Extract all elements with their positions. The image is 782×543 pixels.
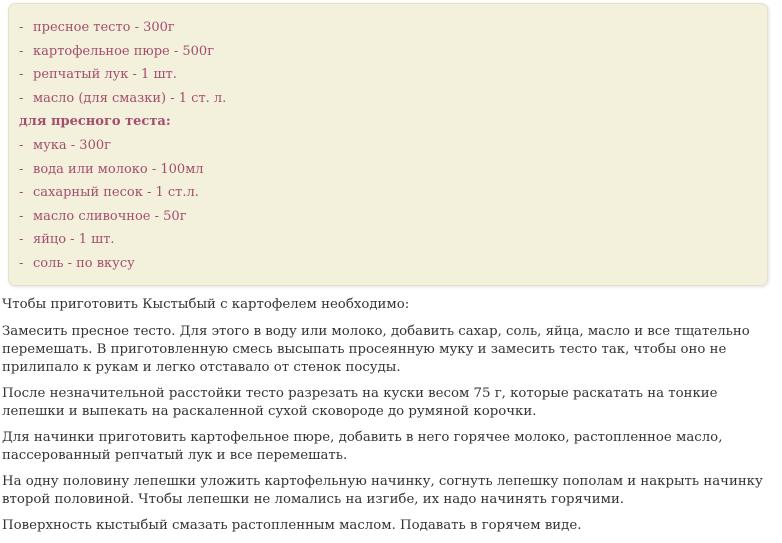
list-dash: -	[19, 232, 24, 248]
ingredient-item: - сахарный песок - 1 ст.л.	[19, 181, 226, 205]
ingredient-text: масло сливочное - 50г	[33, 208, 187, 224]
list-dash: -	[19, 185, 24, 201]
ingredient-text: репчатый лук - 1 шт.	[33, 67, 177, 83]
ingredient-text: мука - 300г	[33, 137, 111, 153]
list-dash: -	[19, 137, 24, 153]
ingredients-list: - пресное тесто - 300г - картофельное пюре…	[19, 16, 226, 276]
instruction-paragraph: Поверхность кыстыбый смазать растопленны…	[2, 518, 582, 533]
list-dash: -	[19, 20, 24, 35]
ingredient-text: пресное тесто - 300г	[33, 20, 175, 35]
dough-heading: для пресного теста:	[19, 114, 171, 130]
instruction-paragraph: Для начинки приготовить картофельное пюр…	[2, 430, 723, 463]
ingredient-item: - пресное тесто - 300г	[19, 16, 226, 40]
instruction-paragraph: После незначительной расстойки тесто раз…	[2, 386, 718, 419]
list-dash: -	[19, 43, 24, 59]
ingredient-item: - вода или молоко - 100мл	[19, 158, 226, 182]
instructions: Чтобы приготовить Кыстыбый с картофелем …	[2, 296, 778, 543]
list-dash: -	[19, 208, 24, 224]
ingredient-text: вода или молоко - 100мл	[33, 161, 204, 177]
instruction-paragraph: Замесить пресное тесто. Для этого в воду…	[2, 324, 750, 375]
ingredient-text: яйцо - 1 шт.	[33, 232, 115, 248]
ingredient-item: - масло (для смазки) - 1 ст. л.	[19, 87, 226, 111]
list-dash: -	[19, 161, 24, 177]
ingredient-item: - мука - 300г	[19, 134, 226, 158]
list-dash: -	[19, 67, 24, 83]
instructions-intro: Чтобы приготовить Кыстыбый с картофелем …	[2, 297, 410, 312]
ingredient-text: картофельное пюре - 500г	[33, 43, 215, 59]
ingredient-text: соль - по вкусу	[33, 255, 135, 271]
ingredient-item: - картофельное пюре - 500г	[19, 40, 226, 64]
ingredient-item: - репчатый лук - 1 шт.	[19, 63, 226, 87]
ingredients-box: - пресное тесто - 300г - картофельное пюре…	[8, 3, 768, 286]
list-dash: -	[19, 255, 24, 271]
list-dash: -	[19, 90, 24, 106]
ingredient-item: - масло сливочное - 50г	[19, 205, 226, 229]
instruction-paragraph: На одну половину лепешки уложить картофе…	[2, 474, 763, 507]
ingredient-item: - соль - по вкусу	[19, 252, 226, 276]
ingredient-text: сахарный песок - 1 ст.л.	[33, 185, 199, 201]
ingredient-item: - яйцо - 1 шт.	[19, 228, 226, 252]
ingredient-text: масло (для смазки) - 1 ст. л.	[33, 90, 227, 106]
